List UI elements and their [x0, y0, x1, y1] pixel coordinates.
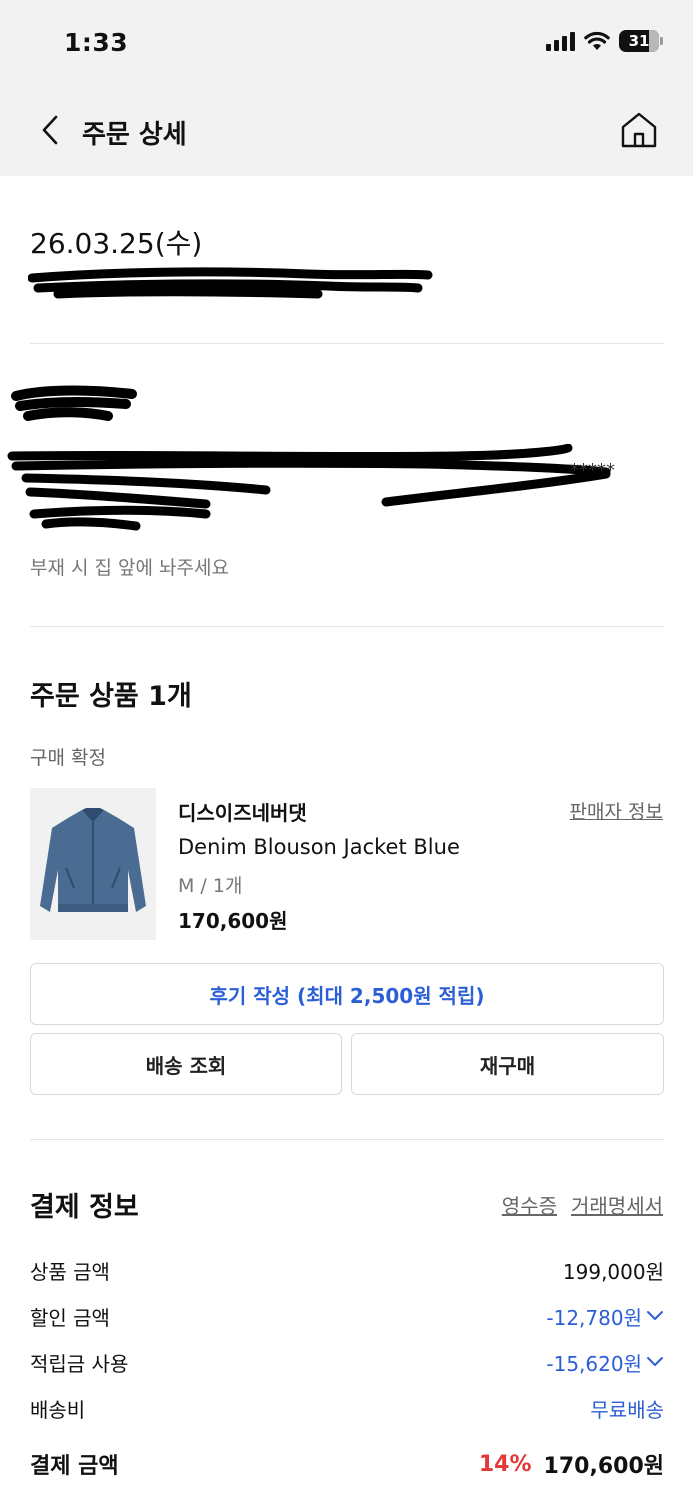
status-time: 1:33 [64, 28, 129, 57]
chevron-down-icon [647, 1311, 663, 1320]
home-icon [621, 112, 657, 148]
payment-total-label: 결제 금액 [30, 1454, 119, 1479]
payment-row-value-wrap[interactable]: -15,620원 [546, 1348, 664, 1377]
payment-row-value: -12,780원 [546, 1305, 642, 1330]
products-section-title: 주문 상품 1개 [30, 681, 192, 712]
page-title: 주문 상세 [82, 120, 187, 150]
chevron-down-icon [647, 1357, 663, 1366]
back-button[interactable] [34, 110, 66, 150]
write-review-button[interactable]: 후기 작성 (최대 2,500원 적립) [30, 963, 664, 1025]
payment-total-row: 결제 금액 14% 170,600원 [30, 1448, 664, 1480]
payment-row-discount[interactable]: 할인 금액 -12,780원 [30, 1301, 664, 1331]
battery-icon: 31 [619, 30, 663, 52]
product-price: 170,600원 [178, 909, 288, 933]
home-button[interactable] [619, 110, 659, 150]
payment-row-value: 199,000원 [562, 1259, 664, 1284]
redacted-recipient-name [11, 385, 137, 421]
payment-doc-links: 영수증 거래명세서 [502, 1190, 663, 1219]
delivery-memo: 부재 시 집 앞에 놔주세요 [30, 557, 229, 579]
payment-row-points[interactable]: 적립금 사용 -15,620원 [30, 1347, 664, 1377]
payment-row-value: -15,620원 [546, 1351, 642, 1376]
denim-jacket-image [30, 788, 156, 940]
brand-name[interactable]: 디스이즈네버댓 [178, 797, 307, 826]
payment-row-shipping: 배송비 무료배송 [30, 1393, 664, 1423]
payment-row-label: 할인 금액 [30, 1305, 110, 1330]
battery-level: 31 [628, 32, 650, 50]
masked-phone-tail: ***** [570, 460, 615, 481]
payment-row-value: 무료배송 [590, 1397, 664, 1422]
order-status: 구매 확정 [30, 747, 106, 769]
redacted-order-number [28, 267, 433, 299]
discount-rate: 14% [478, 1451, 532, 1477]
seller-info-link[interactable]: 판매자 정보 [570, 797, 663, 824]
transaction-statement-link[interactable]: 거래명세서 [571, 1190, 663, 1219]
payment-row-product-amount: 상품 금액 199,000원 [30, 1255, 664, 1285]
product-thumbnail[interactable] [30, 788, 156, 940]
order-date: 26.03.25(수) [30, 227, 203, 260]
redacted-address [7, 444, 611, 531]
rebuy-button[interactable]: 재구매 [351, 1033, 664, 1095]
payment-row-label: 배송비 [30, 1397, 86, 1422]
payment-row-value-wrap[interactable]: -12,780원 [546, 1302, 664, 1331]
signal-icon [546, 31, 575, 51]
top-bar: 1:33 31 주문 상세 [0, 0, 693, 176]
divider [30, 1139, 664, 1140]
product-option: M / 1개 [178, 875, 243, 897]
track-delivery-button[interactable]: 배송 조회 [30, 1033, 342, 1095]
wifi-icon [584, 31, 610, 50]
chevron-left-icon [42, 115, 58, 145]
payment-section-title: 결제 정보 [30, 1192, 139, 1223]
status-icons: 31 [546, 30, 663, 52]
product-name[interactable]: Denim Blouson Jacket Blue [178, 835, 460, 859]
receipt-link[interactable]: 영수증 [502, 1190, 557, 1219]
divider [30, 343, 664, 344]
divider [30, 626, 664, 627]
payment-total-value-wrap: 14% 170,600원 [479, 1448, 664, 1480]
payment-row-label: 상품 금액 [30, 1259, 110, 1284]
payment-total-value: 170,600원 [543, 1454, 664, 1479]
payment-row-label: 적립금 사용 [30, 1351, 129, 1376]
